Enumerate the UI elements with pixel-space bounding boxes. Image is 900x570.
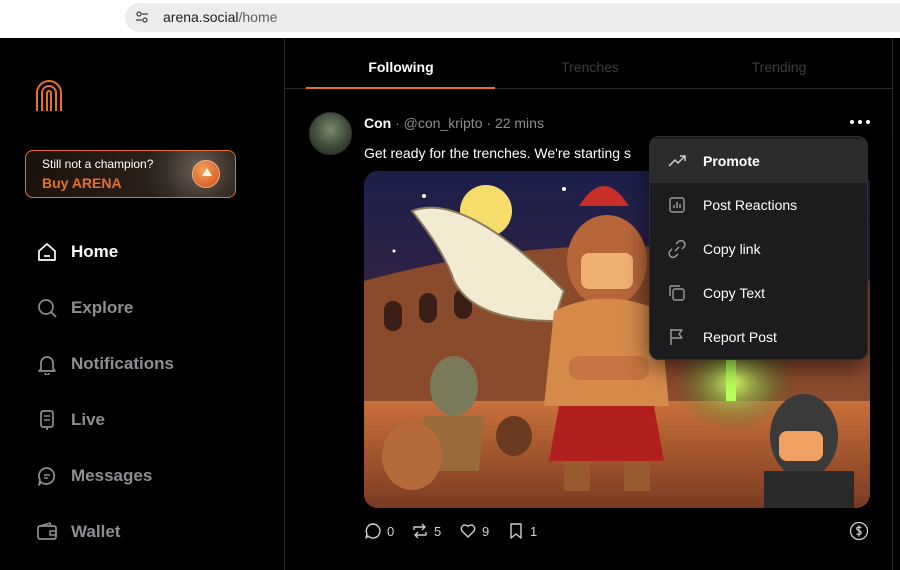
- menu-item-report-post[interactable]: Report Post: [650, 315, 867, 359]
- promo-subtitle: Still not a champion?: [42, 157, 154, 171]
- repost-count: 5: [434, 523, 442, 539]
- sidebar-item-label: Home: [71, 242, 119, 261]
- tab-following[interactable]: Following: [306, 38, 496, 89]
- site-settings-icon[interactable]: [135, 10, 149, 24]
- post-author-handle[interactable]: @con_kripto: [404, 115, 483, 131]
- menu-item-copy-text[interactable]: Copy Text: [650, 271, 867, 315]
- url-host: arena.social: [163, 9, 239, 25]
- url-text[interactable]: arena.social/home: [163, 9, 277, 25]
- bookmark-icon: [510, 523, 522, 539]
- live-icon: [40, 410, 54, 430]
- bell-icon: [38, 356, 56, 375]
- menu-item-copy-link[interactable]: Copy link: [650, 227, 867, 271]
- sidebar-item-live[interactable]: Live: [36, 405, 256, 435]
- sidebar-item-explore[interactable]: Explore: [36, 293, 256, 323]
- menu-item-label: Report Post: [703, 329, 777, 345]
- like-button[interactable]: 9: [459, 520, 489, 542]
- bookmark-count: 1: [530, 523, 538, 539]
- sidebar-item-home[interactable]: Home: [36, 237, 256, 267]
- url-path: /home: [238, 9, 278, 25]
- tab-trending[interactable]: Trending: [684, 38, 874, 89]
- feed-tabs: Following Trenches Trending: [285, 38, 893, 89]
- flag-icon: [670, 329, 683, 345]
- menu-item-label: Copy Text: [703, 285, 765, 301]
- sidebar-item-notifications[interactable]: Notifications: [36, 349, 256, 379]
- sidebar-item-label: Notifications: [71, 354, 174, 373]
- heart-icon: [460, 524, 476, 538]
- comment-icon: [365, 523, 381, 539]
- home-icon: [38, 243, 56, 261]
- sidebar-item-messages[interactable]: Messages: [36, 461, 256, 491]
- copy-icon: [669, 285, 685, 301]
- sidebar-item-label: Live: [71, 410, 106, 429]
- wallet-icon: [37, 522, 57, 540]
- bookmark-button[interactable]: 1: [507, 520, 537, 542]
- repost-button[interactable]: 5: [411, 520, 441, 542]
- post-author-name[interactable]: Con: [364, 115, 391, 131]
- arena-coin-icon: [192, 160, 220, 188]
- sidebar-item-label: Wallet: [71, 522, 121, 541]
- trend-up-icon: [668, 155, 686, 167]
- sidebar-item-label: Explore: [71, 298, 134, 317]
- bar-chart-icon: [669, 197, 685, 213]
- menu-item-label: Promote: [703, 153, 760, 169]
- link-icon: [668, 239, 686, 259]
- tab-trenches[interactable]: Trenches: [495, 38, 685, 89]
- browser-address-bar: arena.social/home: [0, 0, 900, 38]
- tip-dollar-icon[interactable]: [849, 521, 869, 541]
- post-header: Con · @con_kripto · 22 mins: [364, 115, 544, 131]
- separator-dot: ·: [486, 115, 495, 131]
- buy-arena-banner[interactable]: Still not a champion? Buy ARENA: [25, 150, 236, 198]
- menu-item-label: Post Reactions: [703, 197, 798, 213]
- menu-item-promote[interactable]: Promote: [650, 139, 867, 183]
- post-timestamp: 22 mins: [494, 115, 544, 131]
- like-count: 9: [482, 523, 490, 539]
- promo-cta: Buy ARENA: [42, 175, 122, 191]
- menu-item-post-reactions[interactable]: Post Reactions: [650, 183, 867, 227]
- comment-count: 0: [387, 523, 395, 539]
- post-options-menu: Promote Post Reactions Copy link Copy Te…: [649, 136, 868, 360]
- avatar[interactable]: [309, 112, 352, 155]
- sidebar-item-label: Messages: [71, 466, 153, 485]
- arena-logo[interactable]: [34, 77, 64, 113]
- search-icon: [38, 299, 57, 318]
- menu-item-label: Copy link: [703, 241, 761, 257]
- comment-button[interactable]: 0: [364, 520, 394, 542]
- more-options-button[interactable]: [850, 117, 870, 127]
- post-actions: 0 5 9 1: [364, 520, 870, 542]
- sidebar-item-wallet[interactable]: Wallet: [36, 517, 256, 547]
- promo-artwork: [145, 151, 235, 197]
- post-text: Get ready for the trenches. We're starti…: [364, 145, 631, 161]
- message-icon: [38, 467, 56, 486]
- repost-icon: [413, 523, 427, 539]
- separator-dot: ·: [395, 115, 404, 131]
